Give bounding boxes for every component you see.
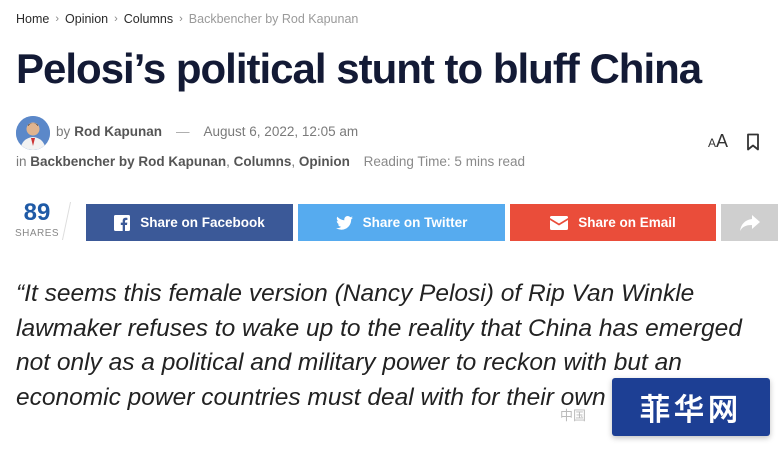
breadcrumb-home[interactable]: Home <box>16 12 49 26</box>
share-arrow-icon <box>739 214 760 231</box>
watermark-faint-text: 中国 <box>560 408 587 423</box>
bookmark-icon[interactable] <box>746 133 760 151</box>
reading-time: Reading Time: 5 mins read <box>363 154 525 169</box>
category-link-backbencher[interactable]: Backbencher by Rod Kapunan <box>30 154 226 169</box>
byline-dash: — <box>176 124 190 139</box>
breadcrumb-columns[interactable]: Columns <box>124 12 173 26</box>
avatar[interactable] <box>16 116 50 150</box>
category-line: in Backbencher by Rod Kapunan, Columns, … <box>16 154 525 169</box>
category-link-opinion[interactable]: Opinion <box>299 154 350 169</box>
share-count-label: SHARES <box>14 228 60 239</box>
chevron-right-icon: › <box>55 13 60 25</box>
more-share-button[interactable] <box>721 204 778 241</box>
chevron-right-icon: › <box>179 13 183 25</box>
twitter-icon <box>335 215 353 230</box>
publish-date: August 6, 2022, 12:05 am <box>203 124 359 139</box>
share-twitter-label: Share on Twitter <box>362 215 468 230</box>
in-prefix: in <box>16 154 27 169</box>
breadcrumb-current: Backbencher by Rod Kapunan <box>188 12 359 26</box>
share-facebook-label: Share on Facebook <box>140 215 265 230</box>
share-twitter-button[interactable]: Share on Twitter <box>298 204 505 241</box>
share-count: 89 <box>23 199 51 226</box>
breadcrumb-opinion[interactable]: Opinion <box>65 12 108 26</box>
by-prefix: by <box>56 124 71 139</box>
font-size-big: A <box>716 131 729 151</box>
share-counter: 89 SHARES <box>14 199 60 240</box>
font-size-small: A <box>708 136 717 150</box>
page-title: Pelosi’s political stunt to bluff China <box>16 45 702 92</box>
share-facebook-button[interactable]: Share on Facebook <box>86 204 293 241</box>
watermark-logo: 菲华网 <box>612 378 770 436</box>
facebook-icon <box>114 214 131 231</box>
breadcrumb: Home › Opinion › Columns › Backbencher b… <box>16 12 358 26</box>
share-email-button[interactable]: Share on Email <box>510 204 716 241</box>
chevron-right-icon: › <box>114 13 118 25</box>
shares-divider <box>61 202 72 240</box>
byline: by Rod Kapunan — August 6, 2022, 12:05 a… <box>56 124 358 139</box>
font-size-toggle[interactable]: AA <box>708 131 728 152</box>
author-link[interactable]: Rod Kapunan <box>74 124 162 139</box>
share-email-label: Share on Email <box>578 215 676 230</box>
email-icon <box>550 215 569 230</box>
category-link-columns[interactable]: Columns <box>234 154 292 169</box>
